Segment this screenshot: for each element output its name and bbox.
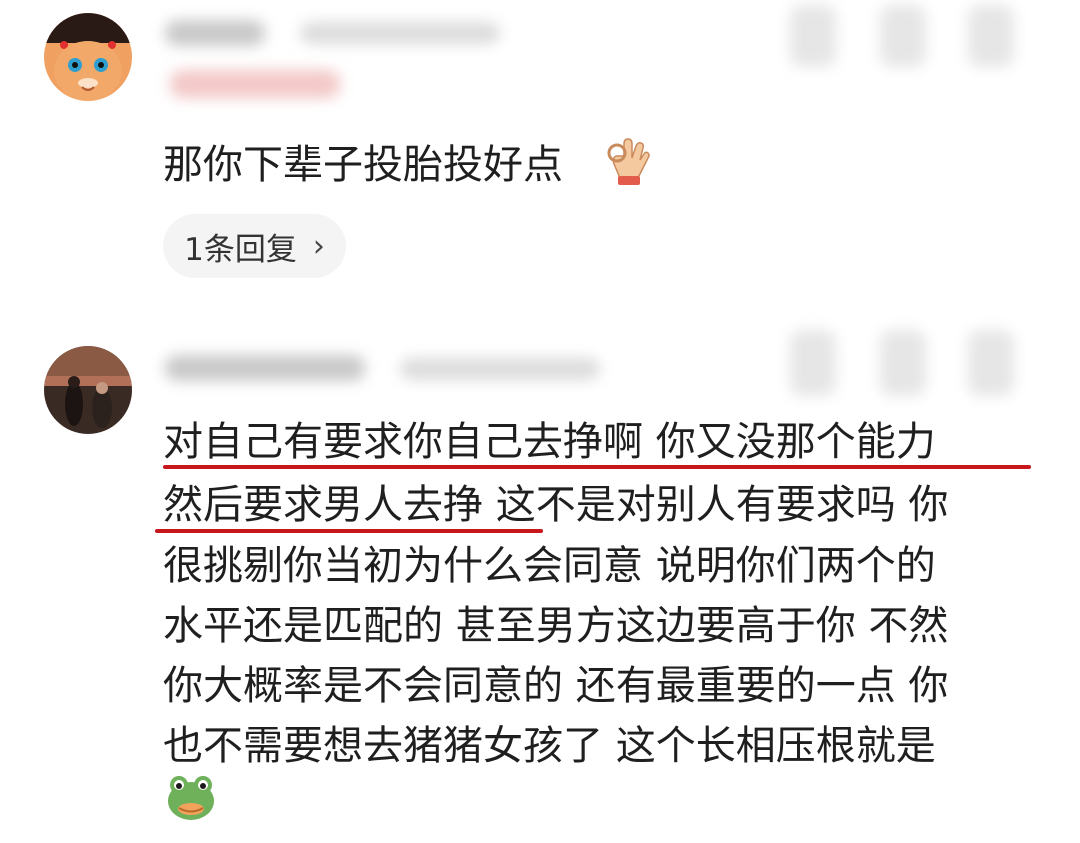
highlight-underline xyxy=(163,465,1031,469)
comment-line: 很挑剔你当初为什么会同意 说明你们两个的 xyxy=(163,543,936,589)
comment-line: 也不需要想去猪猪女孩了 这个长相压根就是 xyxy=(163,723,936,769)
comment-line: 然后要求男人去挣 这不是对别人有要求吗 你 xyxy=(163,482,949,528)
username-blurred[interactable] xyxy=(165,355,365,381)
frog-face-icon xyxy=(168,776,214,820)
comment-line: 对自己有要求你自己去挣啊 你又没那个能力 xyxy=(163,419,936,465)
comment-2: 对自己有要求你自己去挣啊 你又没那个能力 然后要求男人去挣 这不是对别人有要求吗… xyxy=(0,0,1080,843)
meta-blurred xyxy=(400,358,600,380)
comment-line: 水平还是匹配的 甚至男方这边要高于你 不然 xyxy=(163,603,949,649)
comment-line: 你大概率是不会同意的 还有最重要的一点 你 xyxy=(163,663,949,709)
like-button-blurred[interactable] xyxy=(790,330,836,396)
reply-button-blurred[interactable] xyxy=(968,330,1014,396)
dislike-button-blurred[interactable] xyxy=(880,330,926,396)
highlight-underline xyxy=(155,529,543,533)
avatar[interactable] xyxy=(44,346,132,434)
